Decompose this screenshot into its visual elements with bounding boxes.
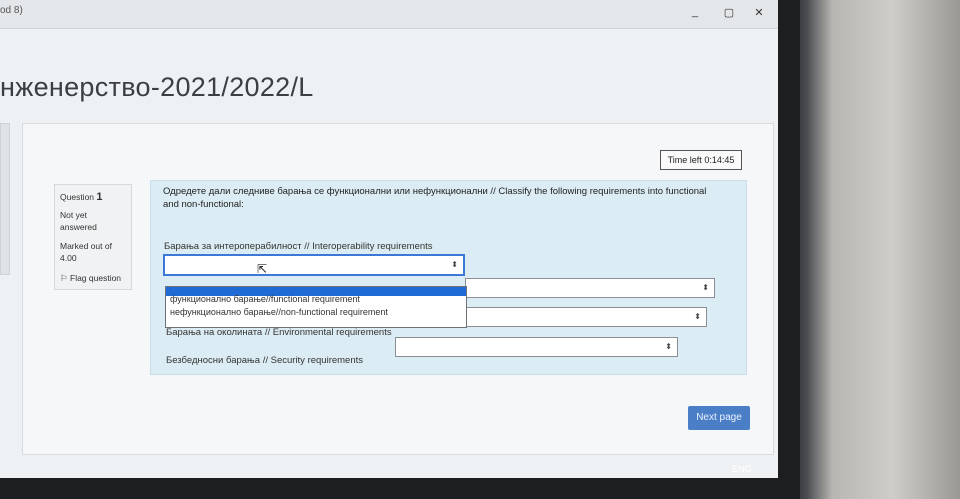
close-icon[interactable]: ✕: [752, 6, 766, 19]
item-label-interoperability: Барања за интероперабилност // Interoper…: [164, 241, 433, 252]
item-label-environmental: Барања на околината // Environmental req…: [166, 327, 392, 338]
question-label: Question: [60, 192, 95, 202]
flag-question-link[interactable]: ⚐ Flag question: [60, 273, 121, 284]
question-number-value: 1: [96, 191, 103, 203]
dropdown-options-list: функционално барање//functional requirem…: [165, 286, 467, 328]
select-item-2[interactable]: ⬍: [465, 278, 715, 298]
flag-icon: ⚐: [60, 273, 68, 283]
browser-screen: od 8) _ ▢ ✕ нженерство-2021/2022/L Time …: [0, 0, 778, 478]
next-page-button[interactable]: Next page: [688, 406, 750, 430]
window-titlebar: od 8) _ ▢ ✕: [0, 0, 778, 29]
dropdown-option-nonfunctional[interactable]: нефункционално барање//non-functional re…: [170, 307, 388, 317]
select-arrow-icon: ⬍: [702, 283, 709, 292]
select-arrow-icon: ⬍: [694, 312, 701, 321]
question-text-line2: and non-functional:: [163, 198, 244, 210]
select-arrow-icon: ⬍: [665, 342, 672, 351]
question-state: Not yet answered: [60, 210, 97, 232]
time-left-timer: Time left 0:14:45: [660, 150, 742, 170]
question-info-panel: Question 1 Not yet answered Marked out o…: [54, 184, 132, 290]
mouse-cursor-icon: ⇱: [257, 262, 268, 276]
maximize-icon[interactable]: ▢: [722, 6, 736, 19]
select-arrow-icon: ⬍: [451, 260, 458, 269]
question-text-line1: Одредете дали следниве барања се функцио…: [163, 186, 707, 197]
minimize-icon[interactable]: _: [688, 6, 702, 18]
background-photo-room: [790, 0, 960, 499]
question-number: Question 1: [60, 191, 103, 203]
item-label-security: Безбедносни барања // Security requireme…: [166, 355, 364, 366]
flag-question-label: Flag question: [70, 273, 122, 283]
taskbar-language[interactable]: ENG: [732, 464, 752, 474]
select-security[interactable]: ⬍: [395, 337, 678, 357]
question-text: Одредете дали следниве барања се функцио…: [163, 186, 733, 211]
left-block-edge: [0, 123, 10, 275]
dropdown-option-functional[interactable]: функционално барање//functional requirem…: [170, 294, 360, 304]
window-title: od 8): [0, 5, 23, 16]
select-interoperability[interactable]: ⬍: [163, 254, 465, 276]
question-marks: Marked out of 4.00: [60, 241, 112, 263]
select-environmental[interactable]: ⬍: [465, 307, 707, 327]
course-title: нженерство-2021/2022/L: [0, 72, 314, 102]
